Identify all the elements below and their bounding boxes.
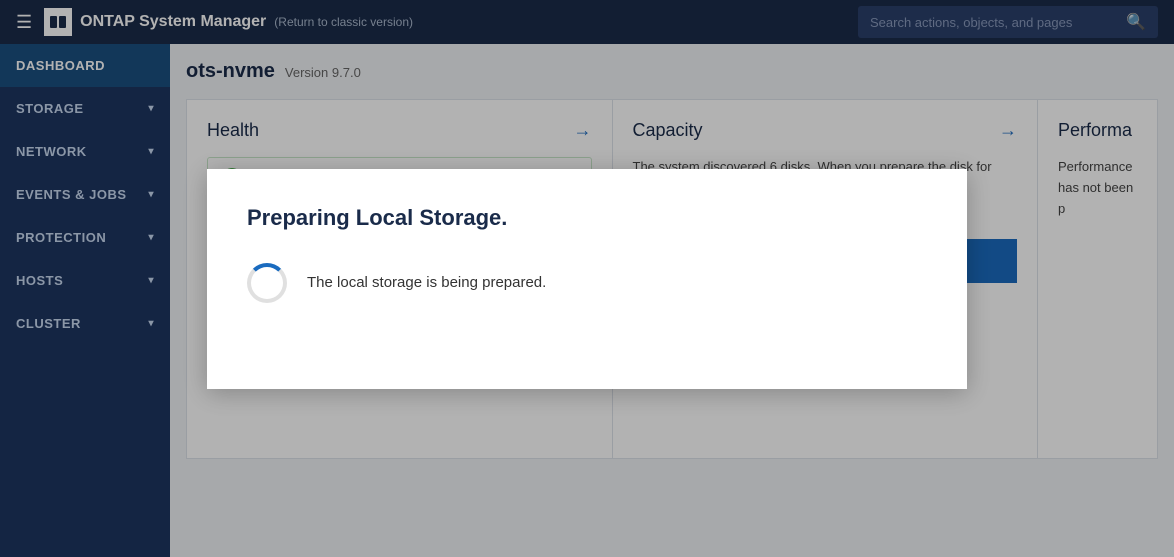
dialog-body: The local storage is being prepared.	[247, 263, 927, 303]
loading-spinner	[247, 263, 287, 303]
dialog-message: The local storage is being prepared.	[307, 274, 546, 291]
preparing-storage-dialog: Preparing Local Storage. The local stora…	[207, 169, 967, 389]
modal-overlay: Preparing Local Storage. The local stora…	[0, 0, 1174, 557]
dialog-title: Preparing Local Storage.	[247, 205, 927, 231]
